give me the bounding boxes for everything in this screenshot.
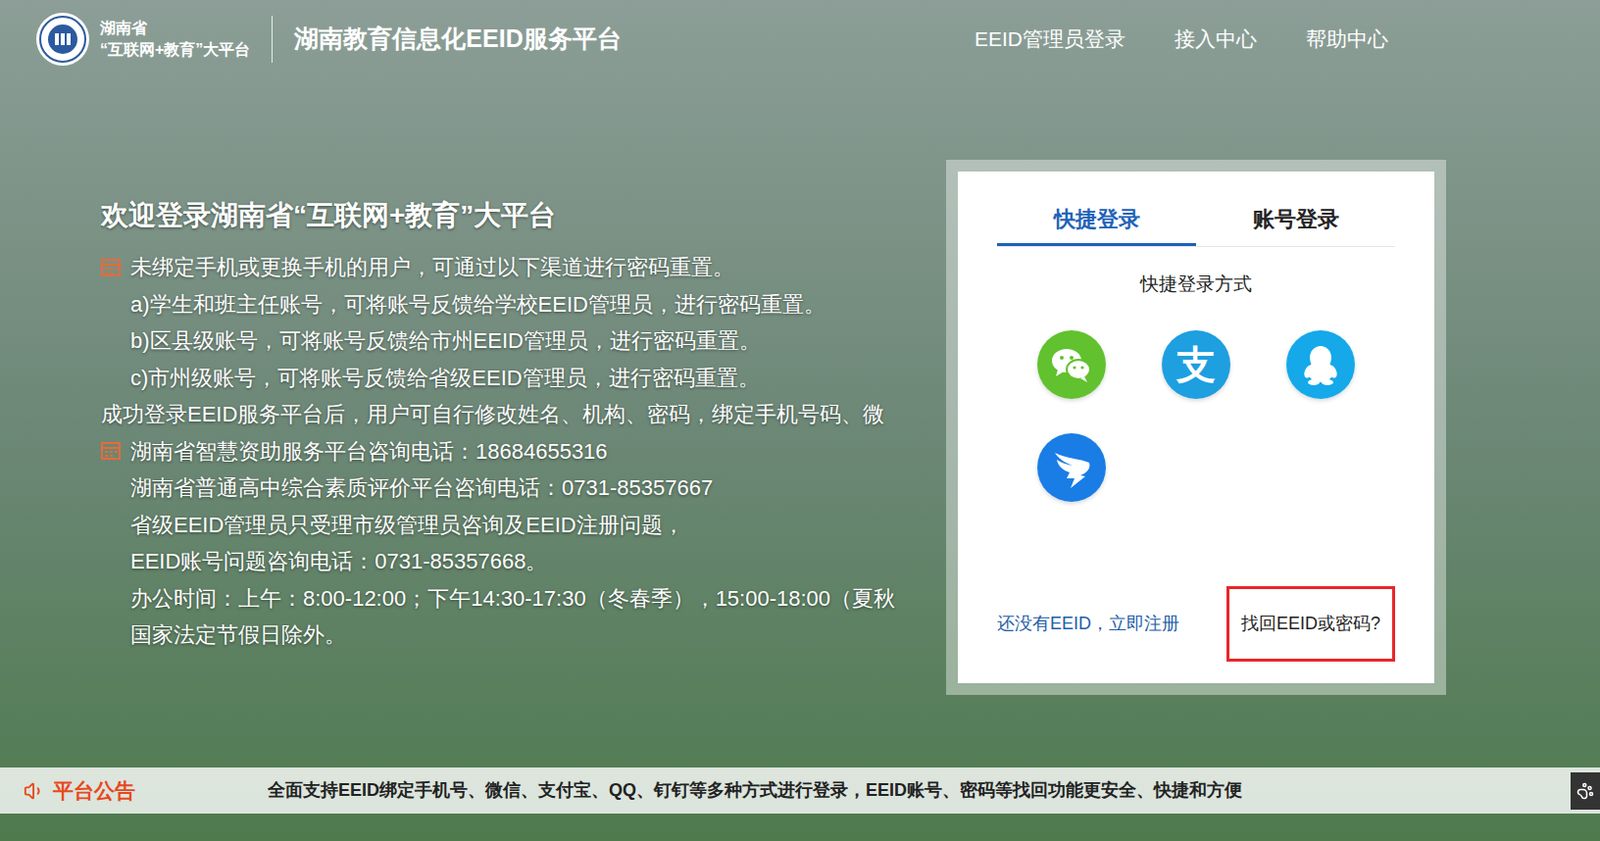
login-tab[interactable]: 账号登录 [1196,195,1396,247]
methods-title: 快捷登录方式 [997,270,1396,300]
alipay-icon: 支 [1161,330,1231,400]
notice-line: 国家法定节假日除外。 [100,616,947,654]
org-name: 湖南省 [100,17,250,40]
announcement-text[interactable]: 全面支持EEID绑定手机号、微信、支付宝、QQ、钉钉等多种方式进行登录，EEID… [267,777,1243,804]
assistant-button[interactable] [1570,772,1600,810]
welcome-notice: 欢迎登录湖南省“互联网+教育”大平台未绑定手机或更换手机的用户，可通过以下渠道进… [100,78,947,654]
notice-line: 成功登录EEID服务平台后，用户可自行修改姓名、机构、密码，绑定手机号码、微 [100,396,947,434]
calendar-bullet-icon [100,441,121,461]
speaker-icon [23,780,46,802]
header: 湖南省“互联网+教育”大平台 湖南教育信息化EEID服务平台 EEID管理员登录 接入… [0,0,1600,79]
notice-line: EEID账号问题咨询电话：0731-85357668。 [100,543,947,581]
announcement-bar: 平台公告 全面支持EEID绑定手机号、微信、支付宝、QQ、钉钉等多种方式进行登录，… [0,767,1600,814]
notice-line: a)学生和班主任账号，可将账号反馈给学校EEID管理员，进行密码重置。 [100,286,947,324]
dingtalk-icon [1037,433,1106,502]
wechat-icon [1037,330,1106,400]
nav-link[interactable]: 帮助中心 [1305,23,1389,55]
notice-line: 湖南省智慧资助服务平台咨询电话：18684655316 [100,433,947,471]
wechat-login-button[interactable] [1037,330,1106,400]
top-nav: EEID管理员登录 接入中心 帮助中心 [974,23,1565,55]
qq-login-button[interactable] [1286,330,1355,400]
login-links: 还没有EEID，立即注册 找回EEID或密码? [997,586,1396,662]
login-methods: 支 [997,330,1396,502]
login-tabs: 快捷登录账号登录 [997,195,1396,248]
notice-line: 湖南省普通高中综合素质评价平台咨询电话：0731-85357667 [100,469,947,507]
notice-line: 办公时间：上午：8:00-12:00；下午14:30-17:30（冬春季），15… [100,580,947,618]
logo[interactable]: 湖南省“互联网+教育”大平台 湖南教育信息化EEID服务平台 [35,11,622,67]
site-title: 湖南教育信息化EEID服务平台 [294,20,621,58]
notice-line: c)市州级账号，可将账号反馈给省级EEID管理员，进行密码重置。 [100,359,947,398]
alipay-login-button[interactable]: 支 [1161,330,1231,400]
nav-link[interactable]: EEID管理员登录 [974,23,1126,55]
dingtalk-login-button[interactable] [1037,433,1106,502]
notice-line: 未绑定手机或更换手机的用户，可通过以下渠道进行密码重置。 [100,249,947,287]
notice-line: b)区县级账号，可将账号反馈给市州EEID管理员，进行密码重置。 [100,322,947,360]
calendar-bullet-icon [100,257,121,278]
main-area: 欢迎登录湖南省“互联网+教育”大平台未绑定手机或更换手机的用户，可通过以下渠道进… [0,78,1600,768]
welcome-heading: 欢迎登录湖南省“互联网+教育”大平台 [100,196,947,236]
nav-link[interactable]: 接入中心 [1174,23,1257,55]
org-platform: “互联网+教育”大平台 [100,39,250,61]
qq-penguin-icon [1286,330,1355,400]
register-link[interactable]: 还没有EEID，立即注册 [997,610,1180,638]
announcement-label: 平台公告 [52,775,136,807]
paw-icon [1576,782,1595,800]
login-panel-frame: 快捷登录账号登录快捷登录方式支还没有EEID，立即注册 找回EEID或密码? [946,159,1447,696]
login-tab[interactable]: 快捷登录 [997,195,1197,247]
notice-line: 省级EEID管理员只受理市级管理员咨询及EEID注册问题， [100,506,947,545]
recover-link[interactable]: 找回EEID或密码? [1226,586,1396,662]
login-page: 湖南省“互联网+教育”大平台 湖南教育信息化EEID服务平台 EEID管理员登录 接入… [0,0,1600,841]
login-panel: 快捷登录账号登录快捷登录方式支还没有EEID，立即注册 找回EEID或密码? [957,171,1435,684]
header-divider [271,15,273,63]
platform-emblem-icon [35,11,91,67]
